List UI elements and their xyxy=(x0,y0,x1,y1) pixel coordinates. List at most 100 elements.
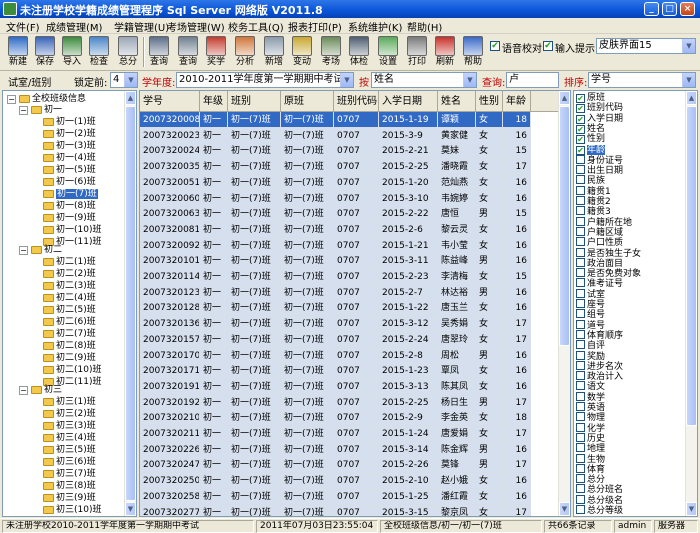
column-header[interactable]: 姓名 xyxy=(438,91,476,112)
table-row[interactable]: 2007320171 初一 初一(7)班 初一(7)班 0707 2015-1-23 覃凤女… xyxy=(140,363,560,380)
tree-class-node[interactable]: 初二(2)班 xyxy=(43,268,96,280)
tree-class-node[interactable]: 初三(1)班 xyxy=(43,396,96,408)
term-select[interactable]: 2010-2011学年度第一学期期中考试 ▼ xyxy=(176,72,354,88)
scroll-up-icon[interactable]: ▲ xyxy=(559,91,570,105)
tree-class-node[interactable]: 初三(2)班 xyxy=(43,408,96,420)
table-row[interactable]: 2007320008 初一 初一(7)班 初一(7)班 0707 2015-1-19 谭颖女… xyxy=(140,112,560,128)
scroll-up-icon[interactable]: ▲ xyxy=(125,91,136,105)
menu-exam-room[interactable]: 考场管理(W) xyxy=(167,19,225,34)
query-button[interactable]: 查询 xyxy=(147,35,171,70)
field-checkbox[interactable] xyxy=(576,350,585,360)
tree-class-node[interactable]: 初一(4)班 xyxy=(43,152,96,164)
field-checkbox[interactable] xyxy=(576,484,585,494)
table-row[interactable]: 2007320247 初一 初一(7)班 初一(7)班 0707 2015-2-26 莫锋男… xyxy=(140,457,560,474)
field-checkbox[interactable] xyxy=(576,412,585,422)
field-scroll-thumb[interactable] xyxy=(686,106,697,426)
menu-system[interactable]: 系统维护(K) xyxy=(348,19,402,34)
field-item[interactable]: 总分等级 xyxy=(576,505,623,516)
column-header[interactable]: 原班 xyxy=(281,91,334,112)
table-row[interactable]: 2007320250 初一 初一(7)班 初一(7)班 0707 2015-2-10 赵小娥… xyxy=(140,473,560,490)
tree-class-node[interactable]: 初二(9)班 xyxy=(43,352,96,364)
physical-button[interactable]: 体检 xyxy=(347,35,371,70)
tree-class-node[interactable]: 初一(7)班 xyxy=(43,188,98,200)
table-row[interactable]: 2007320191 初一 初一(7)班 初一(7)班 0707 2015-3-13 陈其凤… xyxy=(140,378,560,395)
voice-check-checkbox[interactable]: ✔ xyxy=(490,41,500,51)
table-row[interactable]: 2007320192 初一 初一(7)班 初一(7)班 0707 2015-2-25 杨日生… xyxy=(140,394,560,411)
settings-button[interactable]: 设置 xyxy=(376,35,400,70)
refresh-button[interactable]: 刷新 xyxy=(433,35,457,70)
field-checkbox[interactable] xyxy=(576,494,585,504)
table-row[interactable]: 2007320024 初一 初一(7)班 初一(7)班 0707 2015-2-21 莫妹女… xyxy=(140,143,560,160)
tree-expander-grade3[interactable]: − xyxy=(19,386,28,395)
field-checkbox[interactable]: ✔ xyxy=(576,135,585,145)
menu-score[interactable]: 成绩管理(M) xyxy=(46,19,102,34)
column-header[interactable]: 年龄 xyxy=(503,91,531,112)
scroll-down-icon[interactable]: ▼ xyxy=(686,502,697,516)
field-checkbox[interactable] xyxy=(576,165,585,175)
table-row[interactable]: 2007320210 初一 初一(7)班 初一(7)班 0707 2015-2-9 李金英女… xyxy=(140,410,560,427)
table-row[interactable]: 2007320226 初一 初一(7)班 初一(7)班 0707 2015-3-14 陈金辉… xyxy=(140,441,560,458)
field-checkbox[interactable] xyxy=(576,216,585,226)
skin-select[interactable]: 皮肤界面15 ▼ xyxy=(596,38,696,54)
column-header[interactable]: 性别 xyxy=(476,91,503,112)
field-checkbox[interactable] xyxy=(576,175,585,185)
table-row[interactable]: 2007320258 初一 初一(7)班 初一(7)班 0707 2015-1-25 潘红霞… xyxy=(140,488,560,505)
tree-class-node[interactable]: 初三(6)班 xyxy=(43,456,96,468)
table-row[interactable]: 2007320128 初一 初一(7)班 初一(7)班 0707 2015-1-22 唐玉兰… xyxy=(140,300,560,317)
field-checkbox[interactable] xyxy=(576,154,585,164)
grid-scrollbar[interactable]: ▲ ▼ xyxy=(558,91,570,516)
field-scrollbar[interactable]: ▲ ▼ xyxy=(685,91,697,516)
table-row[interactable]: 2007320051 初一 初一(7)班 初一(7)班 0707 2015-1-20 范灿燕… xyxy=(140,174,560,191)
column-header[interactable]: 年级 xyxy=(200,91,228,112)
table-row[interactable]: 2007320092 初一 初一(7)班 初一(7)班 0707 2015-1-21 韦小莹… xyxy=(140,237,560,254)
tree-class-node[interactable]: 初三(8)班 xyxy=(43,480,96,492)
tree-class-node[interactable]: 初三(5)班 xyxy=(43,444,96,456)
maximize-button[interactable]: □ xyxy=(662,2,677,16)
tree-expander-grade1[interactable]: − xyxy=(19,106,28,115)
field-checkbox[interactable] xyxy=(576,391,585,401)
field-checkbox[interactable] xyxy=(576,474,585,484)
field-checkbox[interactable]: ✔ xyxy=(576,145,585,155)
field-checkbox[interactable] xyxy=(576,463,585,473)
tree-class-node[interactable]: 初一(10)班 xyxy=(43,224,101,236)
menu-help[interactable]: 帮助(H) xyxy=(407,19,442,34)
table-row[interactable]: 2007320023 初一 初一(7)班 初一(7)班 0707 2015-3-9 黄家健女… xyxy=(140,127,560,144)
tree-class-node[interactable]: 初三(3)班 xyxy=(43,420,96,432)
tree-class-node[interactable]: 初一(2)班 xyxy=(43,128,96,140)
award-button[interactable]: 奖学 xyxy=(204,35,228,70)
field-checkbox[interactable] xyxy=(576,381,585,391)
tree-grade3[interactable]: 初三 xyxy=(31,384,62,396)
menu-tools[interactable]: 校务工具(Q) xyxy=(228,19,284,34)
table-row[interactable]: 2007320157 初一 初一(7)班 初一(7)班 0707 2015-2-24 唐翠玲… xyxy=(140,331,560,348)
field-checkbox[interactable] xyxy=(576,257,585,267)
tree-class-node[interactable]: 初三(9)班 xyxy=(43,492,96,504)
table-row[interactable]: 2007320060 初一 初一(7)班 初一(7)班 0707 2015-3-10 韦婉婷… xyxy=(140,190,560,207)
field-checkbox[interactable] xyxy=(576,206,585,216)
column-header[interactable]: 班别代码 xyxy=(334,91,379,112)
tree-class-node[interactable]: 初三(7)班 xyxy=(43,468,96,480)
grid-scroll-thumb[interactable] xyxy=(559,106,570,346)
menu-roll[interactable]: 学籍管理(U) xyxy=(114,19,169,34)
field-checkbox[interactable] xyxy=(576,443,585,453)
tree-class-node[interactable]: 初三(4)班 xyxy=(43,432,96,444)
table-row[interactable]: 2007320211 初一 初一(7)班 初一(7)班 0707 2015-1-24 唐爱娟… xyxy=(140,426,560,442)
table-row[interactable]: 2007320114 初一 初一(7)班 初一(7)班 0707 2015-2-23 李清梅… xyxy=(140,269,560,285)
field-checkbox[interactable] xyxy=(576,196,585,205)
field-checkbox[interactable] xyxy=(576,340,585,350)
table-row[interactable]: 2007320277 初一 初一(7)班 初一(7)班 0707 2015-3-15 黎京凤… xyxy=(140,504,560,516)
tree-class-node[interactable]: 初一(9)班 xyxy=(43,212,96,224)
field-checkbox[interactable] xyxy=(576,288,585,298)
title-bar[interactable]: 未注册学校学籍成绩管理程序 Sql Server 网络版 V2011.8 _ □… xyxy=(0,0,700,18)
tree-grade1[interactable]: 初一 xyxy=(31,104,62,116)
tree-class-node[interactable]: 初二(10)班 xyxy=(43,364,101,376)
add-button[interactable]: 新增 xyxy=(262,35,286,70)
lock-select[interactable]: 4 ▼ xyxy=(110,72,138,88)
scroll-up-icon[interactable]: ▲ xyxy=(686,91,697,105)
check-button[interactable]: 检查 xyxy=(87,35,111,70)
change-button[interactable]: 变动 xyxy=(290,35,314,70)
by-field-select[interactable]: 姓名 ▼ xyxy=(371,72,477,88)
tree-class-node[interactable]: 初一(3)班 xyxy=(43,140,96,152)
total-button[interactable]: 总分 xyxy=(116,35,140,70)
tree-class-node[interactable]: 初二(8)班 xyxy=(43,340,96,352)
field-checkbox[interactable] xyxy=(576,185,585,195)
